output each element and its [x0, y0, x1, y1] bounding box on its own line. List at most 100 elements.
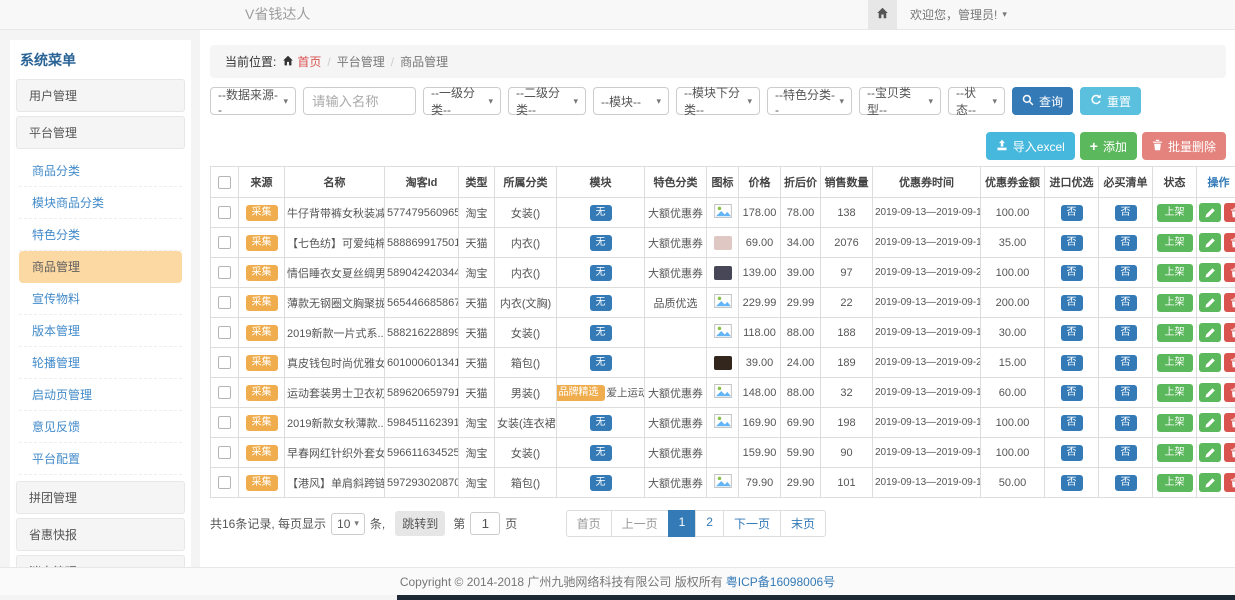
- module-badge[interactable]: 无: [590, 475, 612, 491]
- import-select-toggle[interactable]: 否: [1061, 355, 1083, 371]
- import-excel-button[interactable]: 导入excel: [986, 132, 1075, 160]
- breadcrumb-home-link[interactable]: 首页: [282, 53, 321, 70]
- module-badge[interactable]: 品牌精选: [557, 385, 605, 401]
- delete-button[interactable]: [1224, 473, 1235, 492]
- delete-button[interactable]: [1224, 353, 1235, 372]
- must-buy-toggle[interactable]: 否: [1115, 295, 1137, 311]
- row-checkbox[interactable]: [218, 326, 231, 339]
- must-buy-toggle[interactable]: 否: [1115, 235, 1137, 251]
- must-buy-toggle[interactable]: 否: [1115, 205, 1137, 221]
- sidebar-item-14[interactable]: 消息管理: [16, 555, 185, 567]
- must-buy-toggle[interactable]: 否: [1115, 475, 1137, 491]
- page-button-1[interactable]: 上一页: [611, 510, 669, 537]
- sidebar-item-6[interactable]: 宣传物料: [19, 283, 182, 315]
- delete-button[interactable]: [1224, 263, 1235, 282]
- sidebar-item-5[interactable]: 商品管理: [19, 251, 182, 283]
- module-badge[interactable]: 无: [590, 355, 612, 371]
- sidebar-item-2[interactable]: 商品分类: [19, 155, 182, 187]
- must-buy-toggle[interactable]: 否: [1115, 355, 1137, 371]
- icp-link[interactable]: 粤ICP备16098006号: [726, 573, 835, 590]
- edit-button[interactable]: [1199, 413, 1221, 432]
- page-button-2[interactable]: 1: [668, 510, 697, 537]
- edit-button[interactable]: [1199, 293, 1221, 312]
- status-toggle[interactable]: 上架: [1157, 384, 1193, 402]
- status-toggle[interactable]: 上架: [1157, 324, 1193, 342]
- edit-button[interactable]: [1199, 383, 1221, 402]
- row-checkbox[interactable]: [218, 206, 231, 219]
- filter-select-2[interactable]: --二级分类--▾: [508, 87, 586, 115]
- delete-button[interactable]: [1224, 203, 1235, 222]
- page-button-5[interactable]: 末页: [780, 510, 826, 537]
- page-button-0[interactable]: 首页: [566, 510, 612, 537]
- filter-select-4[interactable]: --模块下分类--▾: [676, 87, 760, 115]
- import-select-toggle[interactable]: 否: [1061, 295, 1083, 311]
- delete-button[interactable]: [1224, 443, 1235, 462]
- status-toggle[interactable]: 上架: [1157, 204, 1193, 222]
- sidebar-item-8[interactable]: 轮播管理: [19, 347, 182, 379]
- query-button[interactable]: 查询: [1012, 87, 1073, 115]
- module-badge[interactable]: 无: [590, 295, 612, 311]
- module-badge[interactable]: 无: [590, 235, 612, 251]
- edit-button[interactable]: [1199, 203, 1221, 222]
- sidebar-item-1[interactable]: 平台管理: [16, 116, 185, 149]
- row-checkbox[interactable]: [218, 446, 231, 459]
- edit-button[interactable]: [1199, 323, 1221, 342]
- per-page-select[interactable]: 10 ▾: [331, 513, 365, 535]
- row-checkbox[interactable]: [218, 356, 231, 369]
- delete-button[interactable]: [1224, 383, 1235, 402]
- delete-button[interactable]: [1224, 413, 1235, 432]
- status-toggle[interactable]: 上架: [1157, 474, 1193, 492]
- sidebar-item-0[interactable]: 用户管理: [16, 79, 185, 112]
- module-badge[interactable]: 无: [590, 445, 612, 461]
- add-button[interactable]: + 添加: [1080, 132, 1137, 160]
- sidebar-item-7[interactable]: 版本管理: [19, 315, 182, 347]
- must-buy-toggle[interactable]: 否: [1115, 445, 1137, 461]
- sidebar-item-11[interactable]: 平台配置: [19, 443, 182, 475]
- module-badge[interactable]: 无: [590, 205, 612, 221]
- sidebar-item-12[interactable]: 拼团管理: [16, 481, 185, 514]
- page-button-3[interactable]: 2: [695, 510, 724, 537]
- filter-select-6[interactable]: --宝贝类型--▾: [859, 87, 941, 115]
- home-button[interactable]: [868, 0, 897, 29]
- status-toggle[interactable]: 上架: [1157, 444, 1193, 462]
- filter-select-1[interactable]: --一级分类--▾: [423, 87, 501, 115]
- module-badge[interactable]: 无: [590, 265, 612, 281]
- sidebar-item-4[interactable]: 特色分类: [19, 219, 182, 251]
- delete-button[interactable]: [1224, 233, 1235, 252]
- delete-button[interactable]: [1224, 323, 1235, 342]
- sidebar-item-9[interactable]: 启动页管理: [19, 379, 182, 411]
- status-toggle[interactable]: 上架: [1157, 354, 1193, 372]
- import-select-toggle[interactable]: 否: [1061, 235, 1083, 251]
- import-select-toggle[interactable]: 否: [1061, 385, 1083, 401]
- status-toggle[interactable]: 上架: [1157, 294, 1193, 312]
- name-search-input[interactable]: [303, 87, 416, 115]
- status-toggle[interactable]: 上架: [1157, 264, 1193, 282]
- edit-button[interactable]: [1199, 233, 1221, 252]
- edit-button[interactable]: [1199, 473, 1221, 492]
- filter-select-7[interactable]: --状态--▾: [948, 87, 1005, 115]
- import-select-toggle[interactable]: 否: [1061, 415, 1083, 431]
- import-select-toggle[interactable]: 否: [1061, 265, 1083, 281]
- must-buy-toggle[interactable]: 否: [1115, 325, 1137, 341]
- row-checkbox[interactable]: [218, 476, 231, 489]
- row-checkbox[interactable]: [218, 416, 231, 429]
- row-checkbox[interactable]: [218, 266, 231, 279]
- row-checkbox[interactable]: [218, 236, 231, 249]
- batch-delete-button[interactable]: 批量删除: [1142, 132, 1226, 160]
- sidebar-item-10[interactable]: 意见反馈: [19, 411, 182, 443]
- page-button-4[interactable]: 下一页: [723, 510, 781, 537]
- filter-select-3[interactable]: --模块--▾: [593, 87, 669, 115]
- user-menu[interactable]: 欢迎您，管理员! ▾: [910, 6, 1007, 23]
- page-number-input[interactable]: [470, 512, 500, 535]
- import-select-toggle[interactable]: 否: [1061, 205, 1083, 221]
- module-badge[interactable]: 无: [590, 415, 612, 431]
- import-select-toggle[interactable]: 否: [1061, 325, 1083, 341]
- module-badge[interactable]: 无: [590, 325, 612, 341]
- must-buy-toggle[interactable]: 否: [1115, 265, 1137, 281]
- sidebar-item-3[interactable]: 模块商品分类: [19, 187, 182, 219]
- import-select-toggle[interactable]: 否: [1061, 475, 1083, 491]
- edit-button[interactable]: [1199, 263, 1221, 282]
- row-checkbox[interactable]: [218, 386, 231, 399]
- jump-button[interactable]: 跳转到: [395, 511, 445, 536]
- select-all-checkbox[interactable]: [218, 176, 231, 189]
